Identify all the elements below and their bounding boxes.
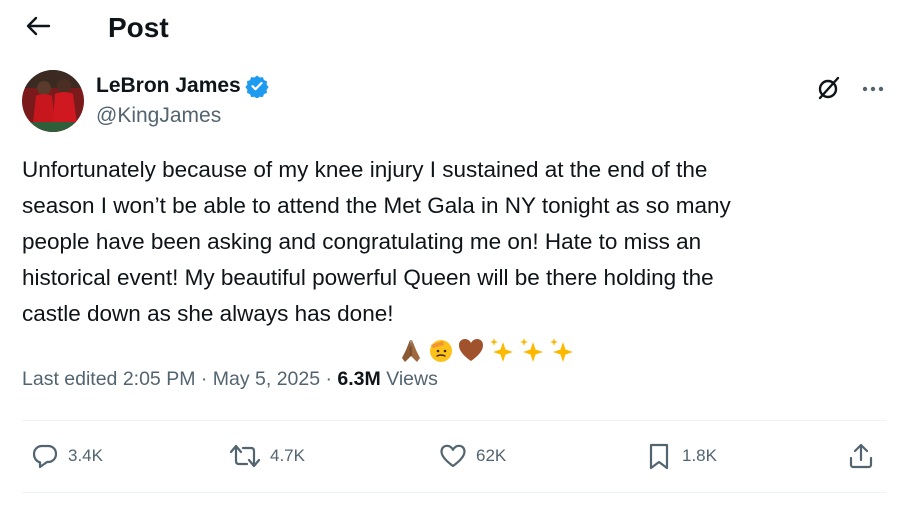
heart-icon	[438, 441, 468, 471]
repost-count: 4.7K	[270, 446, 305, 465]
post-header: Post	[0, 0, 900, 56]
post-meta: Last edited 2:05 PM · May 5, 2025 · 6.3M…	[22, 365, 438, 393]
reply-button[interactable]: 3.4K	[30, 436, 103, 476]
more-icon	[862, 79, 884, 97]
like-count: 62K	[476, 446, 507, 465]
edited-timestamp-link[interactable]: Last edited 2:05 PM · May 5, 2025 ·	[22, 368, 337, 390]
share-icon	[846, 441, 876, 471]
action-bar: 3.4K 4.7K 62K 1.8K	[0, 436, 900, 476]
arrow-left-icon	[25, 15, 51, 42]
brown-heart-emoji	[457, 300, 485, 400]
post-text: Unfortunately because of my knee injury …	[22, 152, 882, 400]
repost-button[interactable]: 4.7K	[228, 436, 305, 476]
author-name[interactable]: LeBron James	[96, 74, 241, 98]
page-title: Post	[108, 12, 169, 43]
share-button[interactable]	[846, 436, 876, 476]
grok-button[interactable]	[812, 74, 846, 106]
divider	[22, 492, 886, 493]
author-name-row: LeBron James	[96, 72, 269, 100]
reply-icon	[30, 441, 60, 471]
bookmark-button[interactable]: 1.8K	[644, 436, 717, 476]
bookmark-icon	[644, 441, 674, 471]
grok-icon	[816, 75, 842, 106]
verified-badge-icon	[245, 74, 269, 98]
reply-count: 3.4K	[68, 446, 103, 465]
back-button[interactable]	[20, 12, 56, 44]
divider	[22, 420, 886, 421]
post-body: Unfortunately because of my knee injury …	[22, 157, 731, 326]
sparkles-emoji	[487, 300, 515, 400]
sparkles-emoji	[517, 300, 545, 400]
avatar[interactable]	[22, 70, 84, 132]
author-handle[interactable]: @KingJames	[96, 104, 221, 128]
more-button[interactable]	[856, 74, 890, 102]
views-count: 6.3M	[337, 368, 381, 390]
sparkles-emoji	[547, 300, 575, 400]
repost-icon	[228, 441, 262, 471]
views-label: Views	[380, 368, 438, 390]
bookmark-count: 1.8K	[682, 446, 717, 465]
like-button[interactable]: 62K	[438, 436, 506, 476]
